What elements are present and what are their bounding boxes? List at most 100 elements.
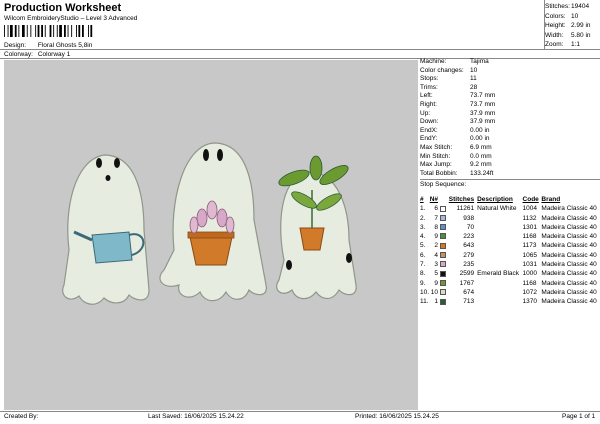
design-stats: Stitches:19404 Colors: 10 Height: 2.99 in … bbox=[545, 2, 599, 50]
table-row: 11. 1 713 1370 Madeira Classic 40 bbox=[420, 297, 600, 306]
barcode-bar bbox=[35, 25, 37, 37]
row-number: 1. bbox=[420, 205, 426, 213]
stat-value: 1:1 bbox=[571, 41, 581, 48]
stat-label: Colors: bbox=[545, 12, 566, 20]
barcode-bar bbox=[26, 25, 28, 37]
stitch-count: 674 bbox=[463, 288, 475, 296]
needle-number: 10 bbox=[430, 288, 439, 296]
header-cell: Stitches bbox=[448, 196, 475, 203]
info-value: 6.9 mm bbox=[470, 143, 492, 151]
info-label: Up: bbox=[420, 109, 431, 117]
header-cell: Code bbox=[522, 196, 539, 203]
thread-description bbox=[477, 232, 522, 241]
barcode-bar bbox=[71, 25, 73, 37]
ghost-right bbox=[276, 155, 357, 300]
header-divider bbox=[0, 49, 600, 50]
design-row: Design: Floral Ghosts 5,8in bbox=[4, 42, 92, 49]
info-row: Max Jump: 9.2 mm bbox=[420, 161, 600, 170]
info-row: EndX: 0.00 in bbox=[420, 127, 600, 136]
stitch-count: 643 bbox=[463, 242, 475, 250]
barcode-bar bbox=[64, 25, 66, 37]
table-header-row: # N# Stitches Description Code Brand bbox=[420, 195, 600, 204]
barcode-bar bbox=[44, 25, 46, 37]
barcode-bar bbox=[78, 25, 81, 37]
thread-code: 1168 bbox=[522, 233, 537, 241]
stitch-count: 11261 bbox=[456, 205, 475, 213]
needle-number: 4 bbox=[434, 251, 439, 259]
info-value: 73.7 mm bbox=[470, 100, 496, 108]
stat-row: Width: 5.80 in bbox=[545, 31, 599, 41]
last-saved: Last Saved: 16/06/2025 15.24.22 bbox=[148, 413, 244, 420]
info-value: 10 bbox=[470, 66, 478, 74]
barcode-bar bbox=[10, 25, 13, 37]
needle-number: 8 bbox=[434, 223, 439, 231]
table-row: 3. 8 70 1301 Madeira Classic 40 bbox=[420, 223, 600, 232]
color-swatch bbox=[440, 214, 449, 223]
needle-number: 9 bbox=[434, 233, 439, 241]
thread-brand: Madeira Classic 40 bbox=[541, 214, 597, 222]
info-value: 9.2 mm bbox=[470, 161, 492, 169]
thread-description: Natural White bbox=[477, 205, 517, 213]
thread-brand: Madeira Classic 40 bbox=[541, 242, 597, 250]
table-row: 10. 10 674 1072 Madeira Classic 40 bbox=[420, 288, 600, 297]
color-swatch bbox=[440, 223, 449, 232]
info-label: Min Stitch: bbox=[420, 152, 451, 160]
info-row: Up: 37.9 mm bbox=[420, 110, 600, 119]
row-number: 3. bbox=[420, 223, 426, 231]
colorway-row: Colorway: Colorway 1 bbox=[4, 51, 70, 58]
barcode-bar bbox=[82, 25, 84, 37]
thread-code: 1301 bbox=[522, 223, 538, 231]
info-label: EndY: bbox=[420, 135, 438, 143]
table-row: 7. 3 235 1031 Madeira Classic 40 bbox=[420, 260, 600, 269]
color-swatch bbox=[440, 269, 449, 278]
info-value: 37.9 mm bbox=[470, 109, 496, 117]
machine-info: Machine: Tajima Color changes: 10 Stops: 11… bbox=[420, 58, 600, 189]
needle-number: 9 bbox=[434, 279, 439, 287]
stat-label: Width: bbox=[545, 31, 564, 39]
barcode-bar bbox=[22, 25, 25, 37]
header-cell bbox=[440, 195, 449, 204]
barcode-bar bbox=[59, 25, 62, 37]
footer-divider bbox=[0, 411, 600, 412]
row-number: 6. bbox=[420, 251, 426, 259]
info-label: Color changes: bbox=[420, 66, 464, 74]
thread-code: 1370 bbox=[522, 298, 538, 306]
info-value: 28 bbox=[470, 83, 478, 91]
needle-number: 1 bbox=[434, 298, 439, 306]
thread-code: 1072 bbox=[522, 288, 538, 296]
thread-code: 1065 bbox=[522, 251, 538, 259]
worksheet-title: Production Worksheet bbox=[4, 2, 122, 14]
ghost-left bbox=[62, 154, 150, 305]
color-swatch bbox=[440, 288, 449, 297]
table-row: 1. 6 11261 Natural White 1004 Madeira Classic… bbox=[420, 204, 600, 213]
info-row: Min Stitch: 0.0 mm bbox=[420, 153, 600, 162]
info-row: Down: 37.9 mm bbox=[420, 118, 600, 127]
info-row: Trims: 28 bbox=[420, 84, 600, 93]
thread-brand: Madeira Classic 40 bbox=[541, 251, 597, 259]
created-by: Created By: bbox=[4, 413, 39, 420]
thread-color-icon bbox=[440, 298, 447, 305]
color-swatch bbox=[440, 297, 449, 306]
thread-brand: Madeira Classic 40 bbox=[541, 270, 597, 278]
thread-code: 1173 bbox=[522, 242, 537, 250]
needle-number: 5 bbox=[434, 270, 439, 278]
stat-row: Stitches:19404 bbox=[545, 2, 599, 12]
row-number: 4. bbox=[420, 233, 426, 241]
thread-description: Emerald Black bbox=[477, 270, 519, 278]
info-label: Right: bbox=[420, 100, 437, 108]
header-cell: Description bbox=[477, 196, 513, 203]
stat-label: Stitches: bbox=[545, 3, 570, 10]
header-cell: # bbox=[420, 196, 424, 203]
software-name: Wilcom EmbroideryStudio – Level 3 Advanc… bbox=[4, 15, 138, 22]
design-value: Floral Ghosts 5,8in bbox=[37, 42, 93, 49]
thread-brand: Madeira Classic 40 bbox=[541, 279, 597, 287]
colorway-value: Colorway 1 bbox=[37, 51, 71, 58]
thread-description bbox=[477, 223, 522, 232]
table-row: 9. 9 1767 1168 Madeira Classic 40 bbox=[420, 279, 600, 288]
thread-description bbox=[477, 251, 522, 260]
info-row: Right: 73.7 mm bbox=[420, 101, 600, 110]
barcode-image bbox=[4, 25, 93, 37]
info-value: 133.24ft bbox=[470, 169, 494, 177]
thread-brand: Madeira Classic 40 bbox=[541, 261, 597, 269]
table-row: 6. 4 279 1065 Madeira Classic 40 bbox=[420, 251, 600, 260]
